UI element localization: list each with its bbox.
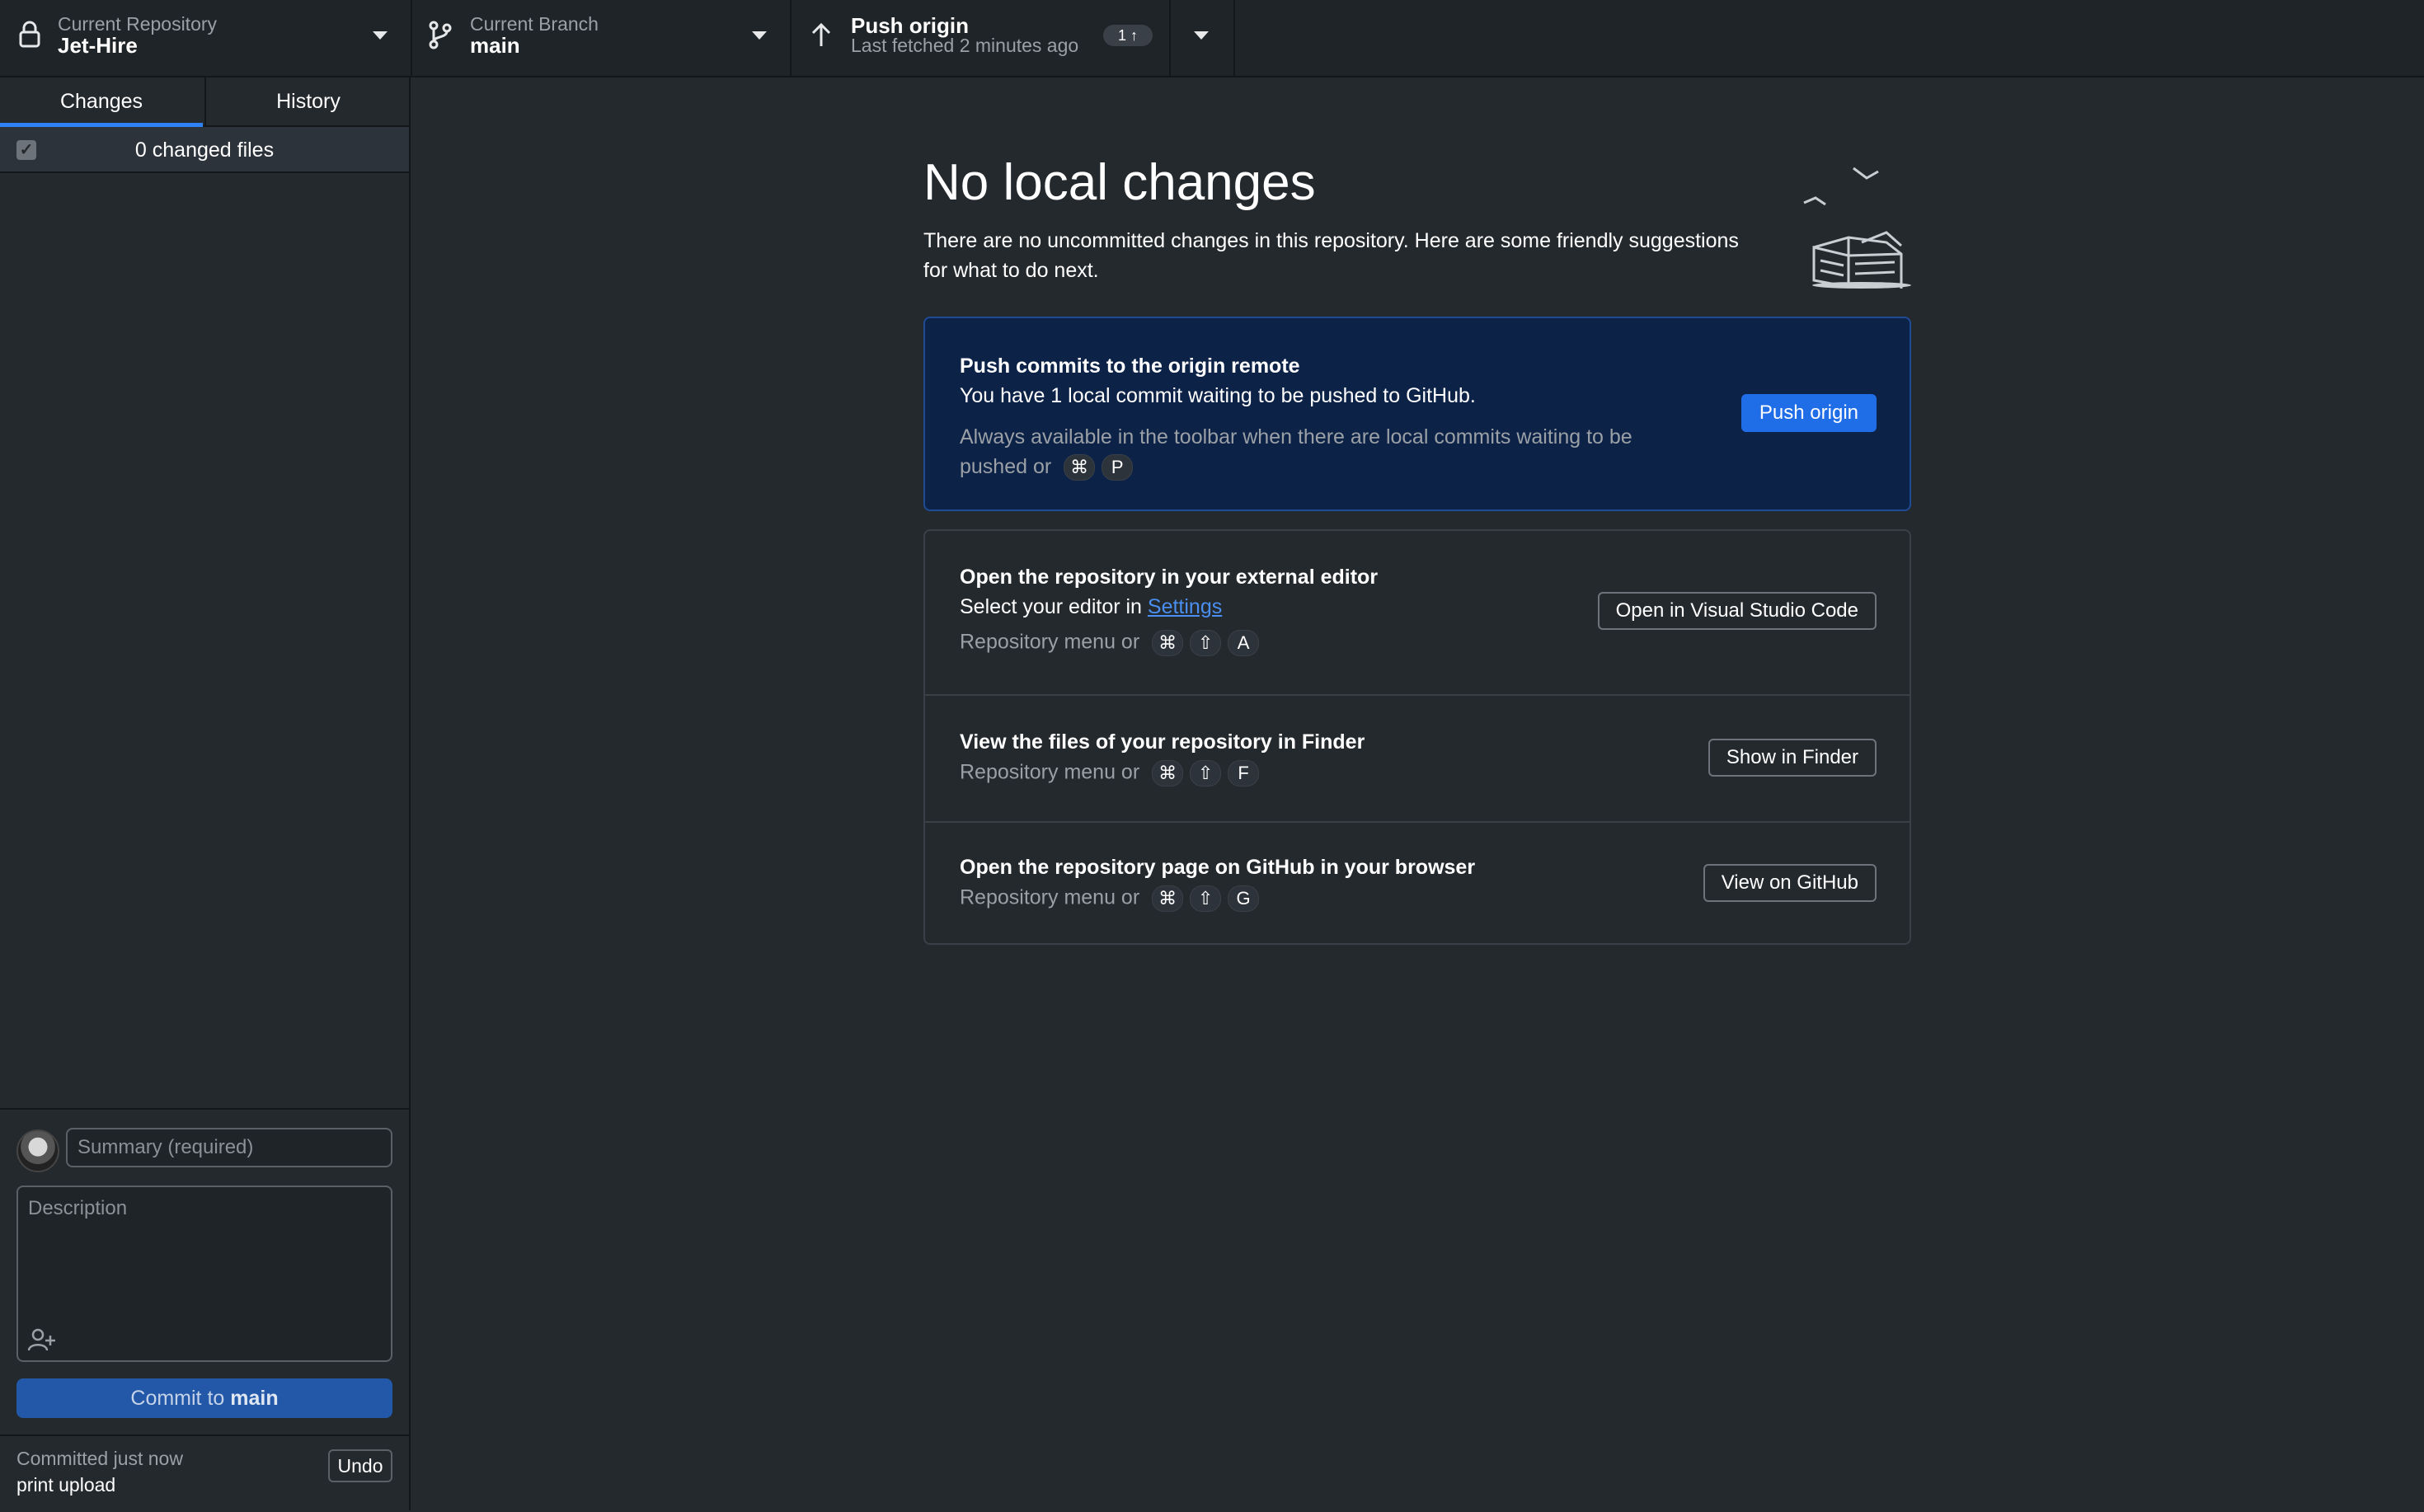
shift-key: ⇧ [1190,885,1222,912]
github-suggestion-hint: Repository menu or ⌘ ⇧ G [960,885,1260,912]
last-commit-message: print upload [16,1474,116,1496]
branch-name: main [470,33,520,58]
tab-history[interactable]: History [204,77,411,125]
github-hint-text: Repository menu or [960,885,1140,909]
main-content: No local changes There are no uncommitte… [411,77,2424,1510]
description-box [16,1186,392,1362]
a-key: A [1228,630,1260,656]
sidebar: Changes History ✓ 0 changed files Commit… [0,77,411,1510]
command-key: ⌘ [1152,630,1184,656]
push-options-dropdown[interactable] [1171,0,1235,76]
commit-button-branch: main [230,1387,279,1410]
push-card-hint-text: Always available in the toolbar when the… [960,425,1632,478]
shift-key: ⇧ [1190,760,1222,787]
show-in-finder-button[interactable]: Show in Finder [1708,739,1877,777]
last-fetched: Last fetched 2 minutes ago [851,35,1079,56]
push-origin-card-button[interactable]: Push origin [1740,394,1877,432]
chevron-down-icon [752,31,767,40]
changed-files-count: 0 changed files [134,139,275,162]
last-commit-time: Committed just now [16,1448,183,1469]
description-input[interactable] [18,1187,391,1319]
push-card-description: You have 1 local commit waiting to be pu… [960,384,1476,407]
repository-name: Jet-Hire [58,33,138,58]
add-coauthor-icon[interactable] [26,1327,58,1352]
chevron-down-icon [1194,31,1209,40]
summary-input[interactable] [66,1128,392,1167]
editor-suggestion-description: Select your editor in Settings [960,595,1222,619]
arrow-up-icon [811,22,831,46]
finder-suggestion-title: View the files of your repository in Fin… [960,730,1365,754]
editor-suggestion-title: Open the repository in your external edi… [960,566,1379,589]
commit-button[interactable]: Commit to main [16,1378,392,1418]
settings-link[interactable]: Settings [1148,595,1222,618]
empty-state-illustration [1803,167,1911,289]
github-suggestion-title: Open the repository page on GitHub in yo… [960,856,1476,879]
editor-suggestion-hint: Repository menu or ⌘ ⇧ A [960,630,1260,656]
page-subtitle: There are no uncommitted changes in this… [923,229,1739,282]
commit-form: Commit to main [0,1108,409,1435]
list-item: Open the repository in your external edi… [925,531,1910,694]
command-key: ⌘ [1064,454,1096,481]
f-key: F [1228,760,1260,787]
branch-selector[interactable]: Current Branch main [412,0,792,76]
page-title: No local changes [923,154,1316,211]
list-item: Open the repository page on GitHub in yo… [925,821,1910,945]
chevron-down-icon [373,31,388,40]
g-key: G [1228,885,1260,912]
editor-hint-text: Repository menu or [960,630,1140,654]
repository-label: Current Repository [58,13,218,35]
push-card-hint: Always available in the toolbar when the… [960,422,1669,481]
list-item: View the files of your repository in Fin… [925,694,1910,823]
branch-icon [429,21,452,49]
tab-changes[interactable]: Changes [0,77,203,127]
last-commit: Committed just now print upload Undo [0,1435,409,1512]
finder-suggestion-hint: Repository menu or ⌘ ⇧ F [960,760,1260,787]
ahead-count-badge: 1 ↑ [1103,25,1153,46]
editor-description-text: Select your editor in [960,595,1148,618]
lock-icon [19,21,40,48]
branch-label: Current Branch [470,13,599,35]
push-suggestion-card: Push commits to the origin remote You ha… [923,317,1911,511]
sidebar-tabs: Changes History [0,77,409,127]
toolbar: Current Repository Jet-Hire Current Bran… [0,0,2424,77]
commit-button-prefix: Commit to [130,1387,231,1410]
suggestions-list: Open the repository in your external edi… [923,529,1911,945]
command-key: ⌘ [1152,885,1184,912]
undo-button[interactable]: Undo [328,1449,392,1482]
view-on-github-button[interactable]: View on GitHub [1703,864,1877,902]
shift-key: ⇧ [1190,630,1222,656]
p-key: P [1102,454,1134,481]
command-key: ⌘ [1152,760,1184,787]
open-in-editor-button[interactable]: Open in Visual Studio Code [1597,592,1877,630]
finder-hint-text: Repository menu or [960,760,1140,784]
push-card-title: Push commits to the origin remote [960,355,1300,378]
repository-selector[interactable]: Current Repository Jet-Hire [0,0,412,76]
avatar [16,1129,59,1172]
changed-files-header: ✓ 0 changed files [0,127,409,173]
